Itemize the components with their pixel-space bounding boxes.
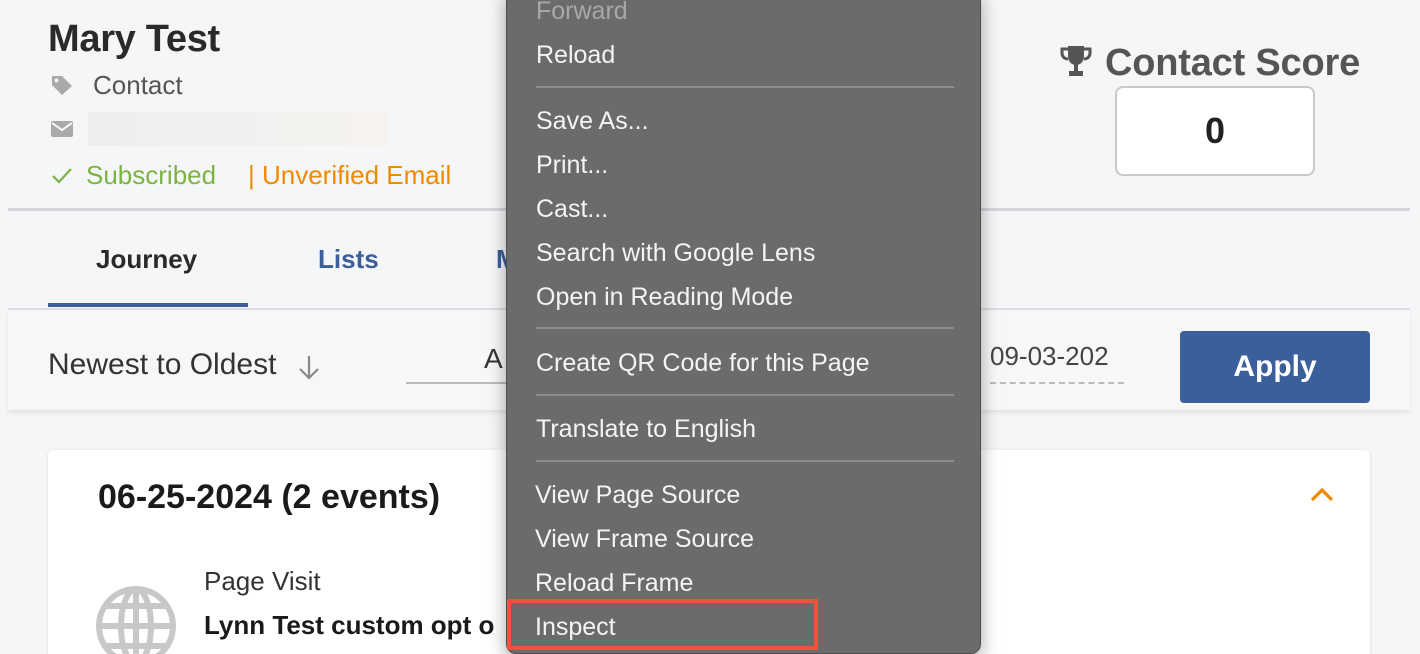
sort-order-dropdown[interactable]: Newest to Oldest	[48, 348, 276, 382]
menu-item-view-page-source[interactable]: View Page Source	[535, 481, 740, 510]
mail-icon	[51, 121, 73, 137]
action-filter-field[interactable]: A	[406, 340, 516, 384]
menu-item-forward[interactable]: Forward	[536, 0, 628, 26]
menu-item-create-qr-code[interactable]: Create QR Code for this Page	[536, 349, 870, 378]
menu-item-reading-mode[interactable]: Open in Reading Mode	[536, 283, 793, 312]
date-filter-field[interactable]: 09-03-202	[990, 336, 1124, 384]
email-status: | Unverified Email	[248, 160, 452, 190]
apply-button[interactable]: Apply	[1180, 331, 1370, 403]
tag-icon	[52, 76, 72, 95]
menu-item-cast[interactable]: Cast...	[536, 195, 608, 224]
menu-item-save-as[interactable]: Save As...	[536, 107, 649, 136]
event-date-heading: 06-25-2024 (2 events)	[98, 478, 441, 516]
menu-item-print[interactable]: Print...	[536, 151, 608, 180]
contact-score-value: 0	[1115, 86, 1315, 176]
event-description[interactable]: Lynn Test custom opt o	[204, 610, 494, 641]
event-type: Page Visit	[204, 566, 321, 596]
trophy-icon	[1060, 46, 1092, 76]
tab-journey[interactable]: Journey	[96, 244, 197, 275]
menu-item-view-frame-source[interactable]: View Frame Source	[535, 525, 754, 554]
menu-separator	[536, 327, 954, 329]
menu-item-translate[interactable]: Translate to English	[536, 415, 756, 444]
menu-item-reload[interactable]: Reload	[536, 41, 615, 70]
arrow-down-icon[interactable]	[294, 352, 324, 382]
tab-lists[interactable]: Lists	[318, 244, 379, 275]
menu-item-search-google-lens[interactable]: Search with Google Lens	[536, 239, 815, 268]
email-redacted	[88, 112, 388, 146]
contact-name: Mary Test	[48, 18, 220, 60]
inspect-highlight-box	[507, 599, 818, 650]
menu-separator	[536, 86, 954, 88]
globe-icon	[96, 586, 176, 654]
check-icon	[52, 168, 72, 184]
contact-score-title: Contact Score	[1105, 42, 1361, 84]
subscription-status: Subscribed	[86, 160, 217, 190]
contact-type-label: Contact	[93, 70, 183, 100]
menu-separator	[536, 460, 954, 462]
active-tab-indicator	[48, 303, 248, 307]
menu-separator	[536, 394, 954, 396]
menu-item-reload-frame[interactable]: Reload Frame	[535, 569, 693, 598]
chevron-up-icon[interactable]	[1308, 484, 1336, 504]
